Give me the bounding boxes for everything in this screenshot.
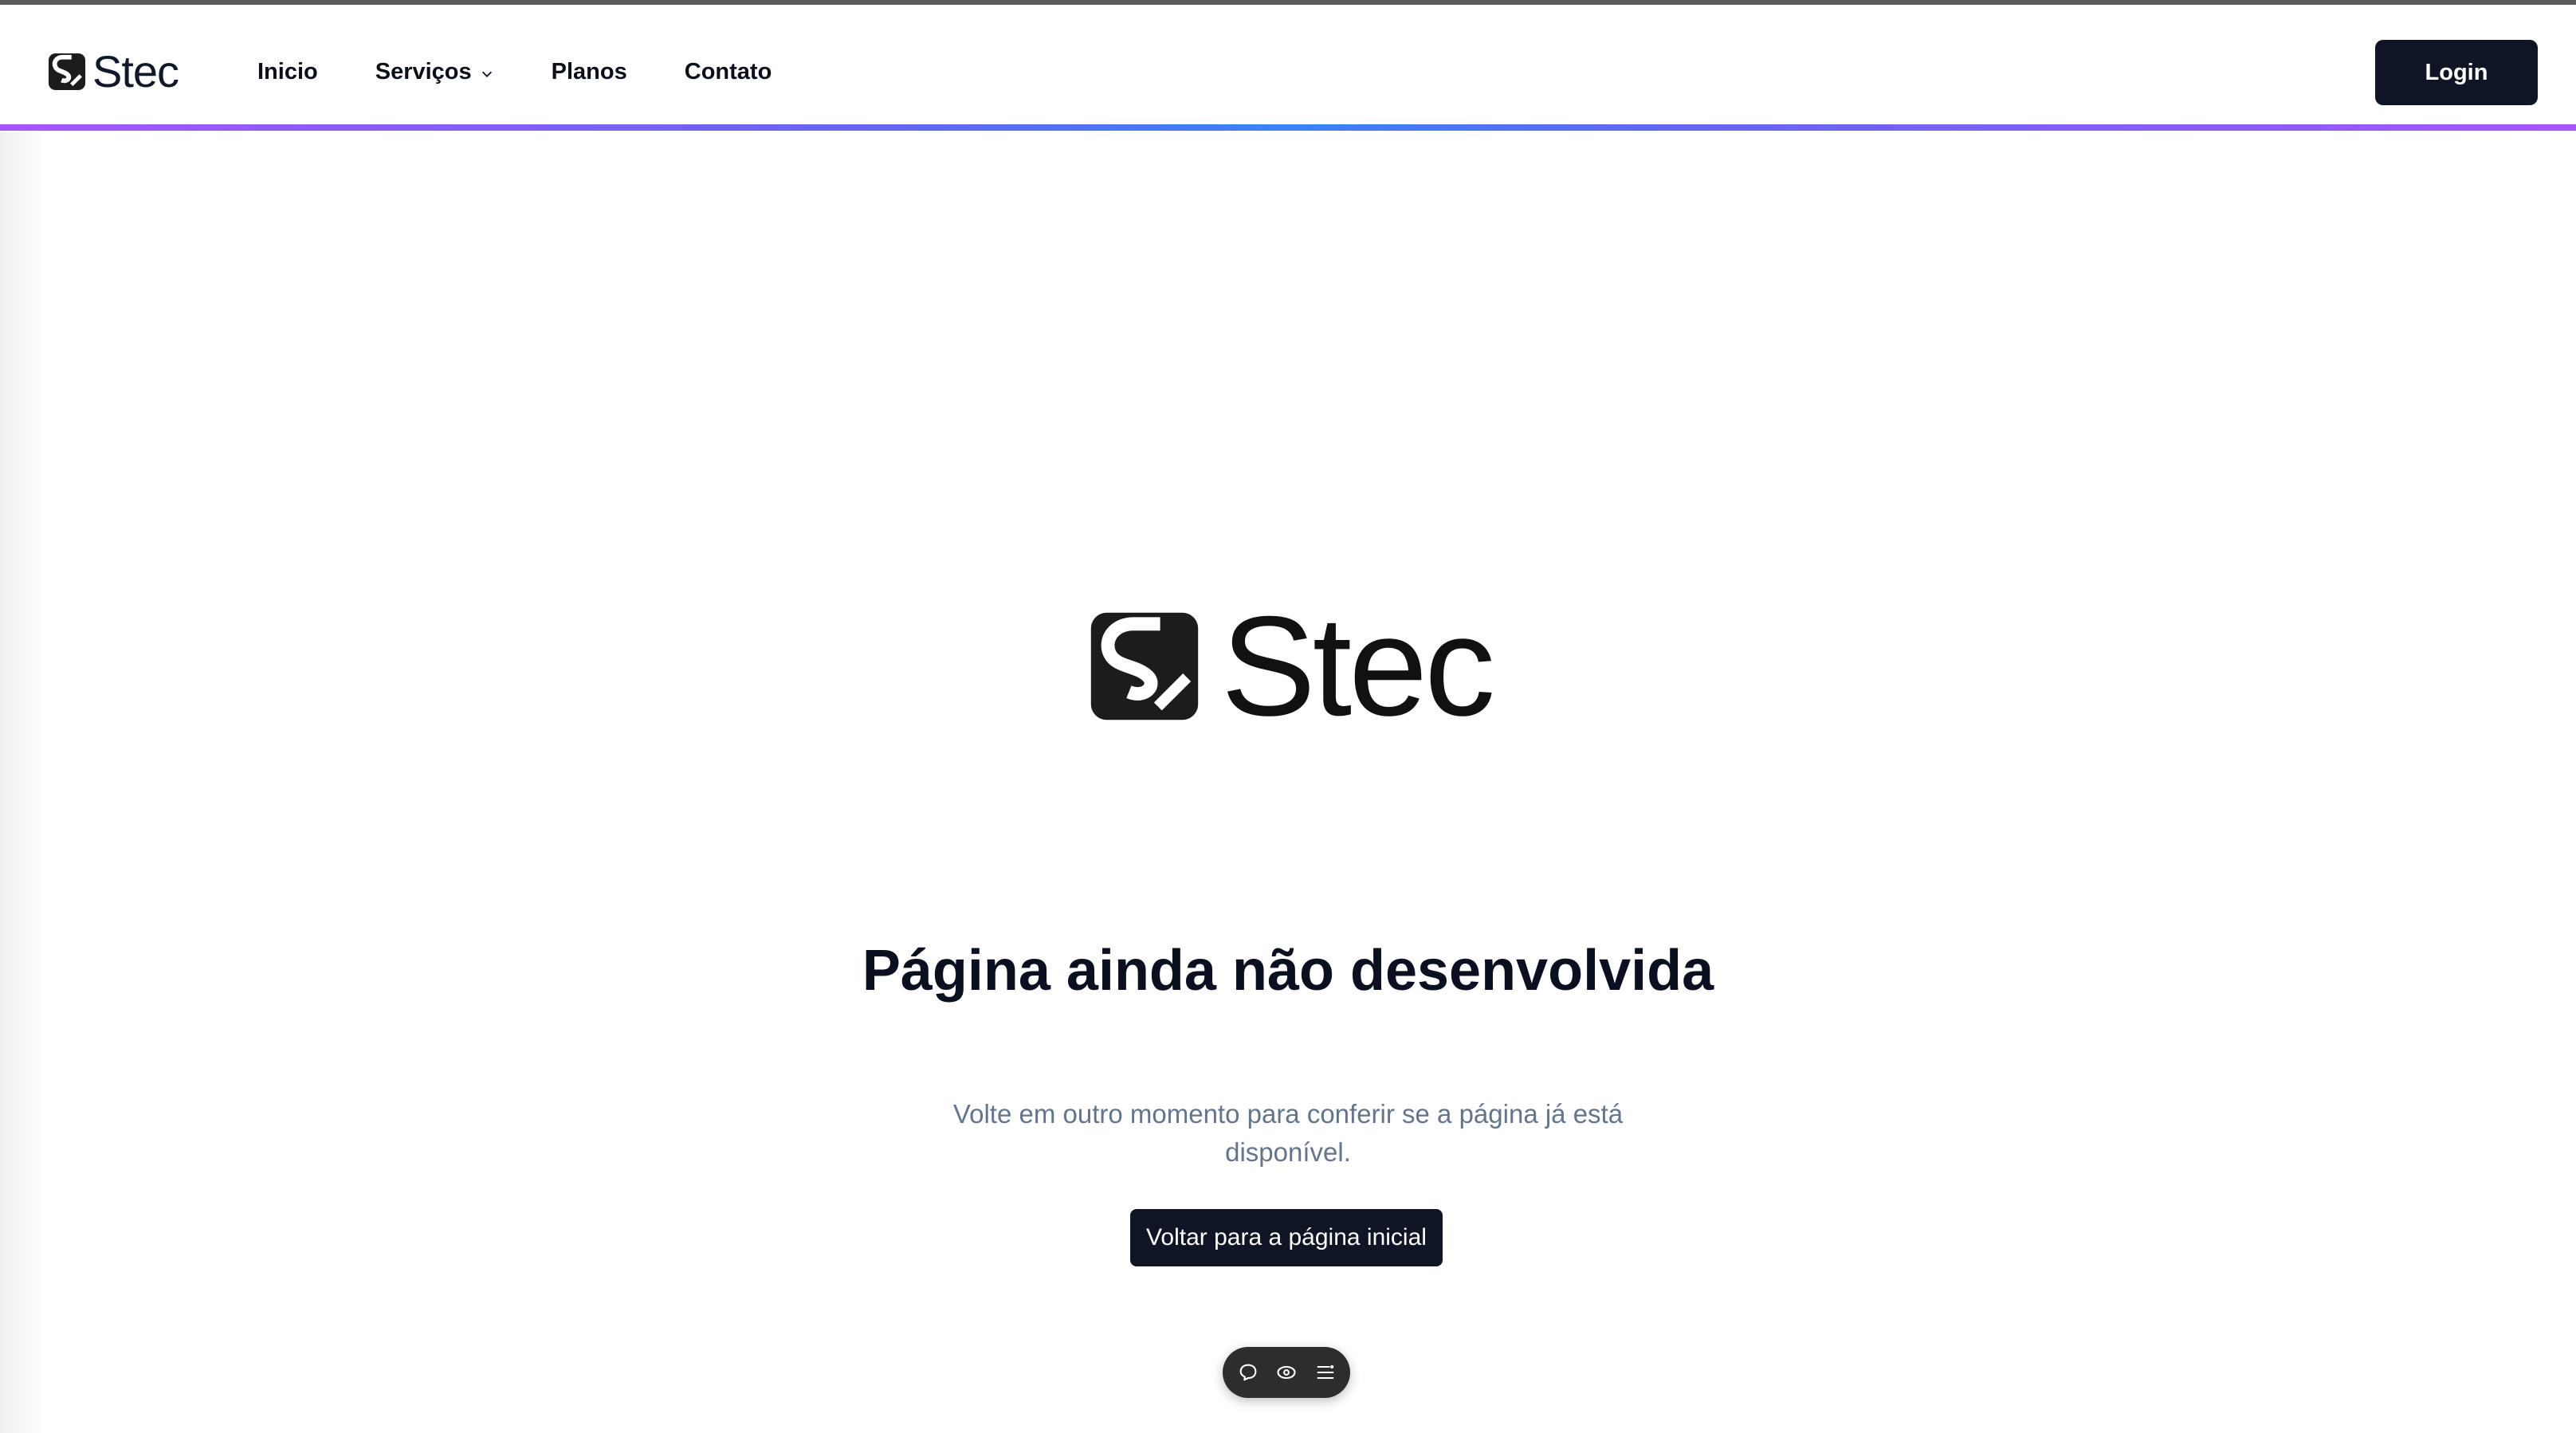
nav-item-label: Planos <box>551 58 627 84</box>
back-home-button[interactable]: Voltar para a página inicial <box>1130 1209 1443 1266</box>
main-nav: Inicio Serviços Planos Contato <box>257 53 829 91</box>
left-edge-shadow <box>0 132 48 1433</box>
menu-button[interactable] <box>1312 1359 1339 1386</box>
comment-icon <box>1239 1364 1256 1381</box>
login-button[interactable]: Login <box>2375 40 2538 105</box>
nav-item-label: Inicio <box>257 58 318 84</box>
nav-item-label: Contato <box>684 58 772 84</box>
header-accent-line <box>0 124 2576 131</box>
menu-icon <box>1317 1364 1333 1380</box>
brand-logo[interactable]: Stec <box>48 48 179 96</box>
site-header: Stec Inicio Serviços Planos Contato Logi… <box>0 5 2576 128</box>
comment-button[interactable] <box>1235 1359 1262 1386</box>
hero-logo: Stec <box>1089 595 1495 737</box>
nav-item-contato[interactable]: Contato <box>685 59 772 85</box>
nav-item-planos[interactable]: Planos <box>552 59 627 85</box>
brand-name: Stec <box>92 46 179 96</box>
page-title: Página ainda não desenvolvida <box>862 939 1714 1003</box>
eye-icon <box>1277 1365 1296 1380</box>
page: Stec Inicio Serviços Planos Contato Logi… <box>0 0 2576 1433</box>
nav-item-servicos[interactable]: Serviços <box>375 59 494 85</box>
hero-brand-name: Stec <box>1221 587 1495 745</box>
stec-logo-icon <box>1090 612 1199 720</box>
stec-logo-icon <box>48 53 86 91</box>
preview-button[interactable] <box>1273 1359 1300 1386</box>
chevron-down-icon <box>481 71 492 77</box>
nav-item-label: Serviços <box>375 58 472 84</box>
floating-toolbar <box>1223 1347 1350 1398</box>
page-subtitle: Volte em outro momento para conferir se … <box>952 1099 1624 1167</box>
nav-item-inicio[interactable]: Inicio <box>257 59 318 85</box>
